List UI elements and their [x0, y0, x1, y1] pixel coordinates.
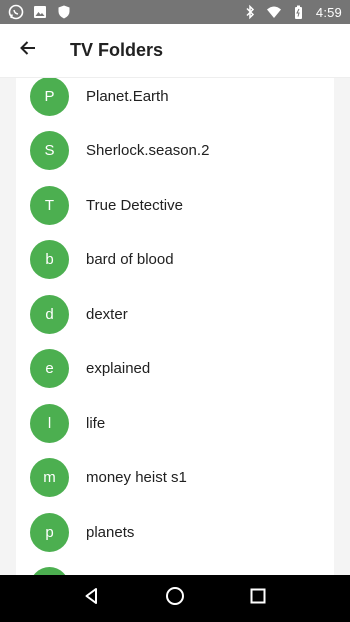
- image-icon: [32, 4, 48, 20]
- nav-recents-button[interactable]: [234, 575, 282, 622]
- status-bar: 4:59: [0, 0, 350, 24]
- avatar: [30, 567, 69, 575]
- status-right: 4:59: [242, 4, 342, 20]
- back-triangle-icon: [82, 586, 102, 611]
- wifi-icon: [266, 4, 282, 20]
- avatar: S: [30, 131, 69, 171]
- shield-icon: [56, 4, 72, 20]
- arrow-back-icon: [18, 38, 38, 63]
- folder-name: Planet.Earth: [86, 87, 169, 105]
- bluetooth-icon: [242, 4, 258, 20]
- avatar: l: [30, 403, 69, 443]
- status-time: 4:59: [315, 4, 342, 20]
- page-title: TV Folders: [70, 40, 164, 60]
- battery-icon: [290, 4, 306, 20]
- list-item[interactable]: m money heist s1: [16, 451, 334, 506]
- whatsapp-icon: [8, 4, 24, 20]
- avatar: P: [30, 78, 69, 116]
- folder-name: dexter: [86, 305, 128, 323]
- navigation-bar: [0, 575, 350, 622]
- status-left: [8, 4, 72, 20]
- list-item[interactable]: d dexter: [16, 287, 334, 342]
- avatar: m: [30, 458, 69, 498]
- folder-name: True Detective: [86, 196, 183, 214]
- folder-name: planets: [86, 523, 135, 541]
- list-item[interactable]: l life: [16, 396, 334, 451]
- folder-name: life: [86, 414, 106, 432]
- folder-name: explained: [86, 360, 151, 378]
- list-item[interactable]: b bard of blood: [16, 233, 334, 288]
- folder-name: money heist s1: [86, 469, 187, 487]
- avatar: d: [30, 294, 69, 334]
- list-item[interactable]: T True Detective: [16, 178, 334, 233]
- app-bar: TV Folders: [0, 24, 350, 78]
- recents-square-icon: [248, 586, 268, 611]
- list-item[interactable]: e explained: [16, 342, 334, 397]
- back-button[interactable]: [0, 24, 56, 78]
- folder-name: bard of blood: [86, 251, 174, 269]
- avatar: e: [30, 349, 69, 389]
- list-item-partial[interactable]: [16, 560, 334, 575]
- folder-list-viewport[interactable]: P Planet.Earth S Sherlock.season.2 T Tru…: [0, 78, 350, 575]
- folder-list: P Planet.Earth S Sherlock.season.2 T Tru…: [16, 78, 334, 575]
- folder-name: Sherlock.season.2: [86, 142, 210, 160]
- nav-back-button[interactable]: [68, 575, 116, 622]
- avatar: p: [30, 512, 69, 552]
- list-item[interactable]: P Planet.Earth: [16, 78, 334, 124]
- list-item[interactable]: S Sherlock.season.2: [16, 124, 334, 179]
- nav-home-button[interactable]: [151, 575, 199, 622]
- list-item[interactable]: p planets: [16, 505, 334, 560]
- home-circle-icon: [165, 586, 185, 611]
- avatar: b: [30, 240, 69, 280]
- avatar: T: [30, 185, 69, 225]
